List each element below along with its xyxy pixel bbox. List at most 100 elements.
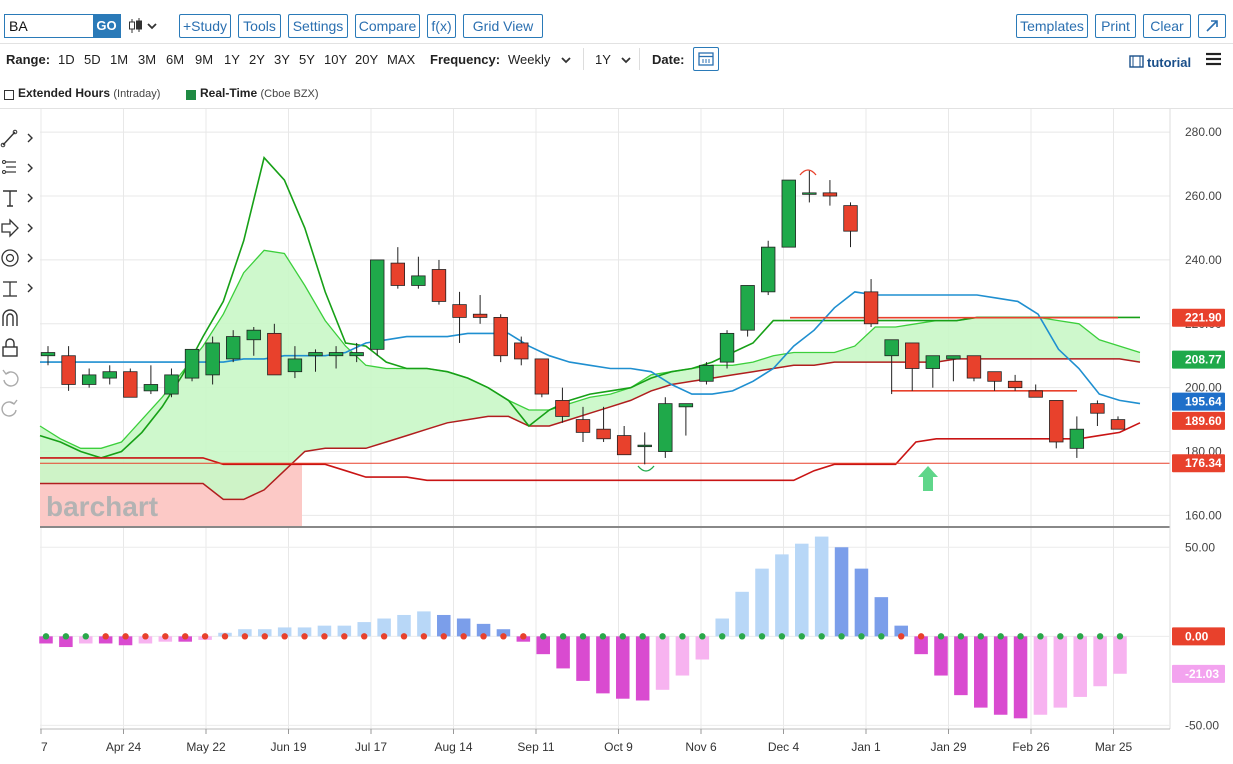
squeeze-dot xyxy=(1116,633,1124,640)
tutorial-link[interactable]: tutorial xyxy=(1147,55,1191,70)
print-button[interactable]: Print xyxy=(1095,14,1136,38)
macd-bar xyxy=(576,636,590,681)
candle-body xyxy=(61,355,76,385)
squeeze-dot xyxy=(162,633,169,640)
range-9m[interactable]: 9M xyxy=(195,52,213,67)
range-1m[interactable]: 1M xyxy=(110,52,128,67)
frequency-select[interactable]: Weekly xyxy=(508,52,550,67)
squeeze-dot xyxy=(1037,633,1044,640)
study-button[interactable]: +Study xyxy=(179,14,231,38)
range-3y[interactable]: 3Y xyxy=(274,52,290,67)
symbol-input[interactable] xyxy=(5,15,94,37)
templates-button[interactable]: Templates xyxy=(1016,14,1088,38)
tools-button[interactable]: Tools xyxy=(238,14,281,38)
divider xyxy=(639,48,640,70)
range-max[interactable]: MAX xyxy=(387,52,415,67)
macd-bar xyxy=(814,536,829,637)
range-6m[interactable]: 6M xyxy=(166,52,184,67)
clear-button[interactable]: Clear xyxy=(1143,14,1191,38)
macd-bar xyxy=(755,568,769,637)
squeeze-dot xyxy=(341,633,348,640)
candle-body xyxy=(102,371,117,379)
macd-bar xyxy=(675,636,690,676)
macd-bar xyxy=(1013,636,1028,719)
range-1d[interactable]: 1D xyxy=(58,52,75,67)
squeeze-dot xyxy=(1077,633,1084,640)
squeeze-dot xyxy=(1017,633,1024,640)
candle-body xyxy=(205,342,220,376)
period-select[interactable]: 1Y xyxy=(595,52,611,67)
range-10y[interactable]: 10Y xyxy=(324,52,347,67)
chevron-down-icon xyxy=(561,57,571,64)
macd-bar xyxy=(993,636,1008,715)
macd-bar xyxy=(1093,636,1107,687)
go-button[interactable]: GO xyxy=(93,15,120,37)
macd-bar xyxy=(1053,636,1068,708)
squeeze-dot xyxy=(221,633,229,640)
squeeze-dot xyxy=(977,633,984,640)
candle-body xyxy=(514,342,529,360)
extended-hours-checkbox[interactable] xyxy=(4,90,14,100)
function-button[interactable]: f(x) xyxy=(427,14,456,38)
candle-body xyxy=(308,352,323,357)
candle-body xyxy=(699,364,714,382)
range-label: Range: xyxy=(6,52,51,67)
candle-body xyxy=(925,355,940,369)
macd-bar xyxy=(934,636,948,676)
macd-bar xyxy=(695,636,710,660)
range-3m[interactable]: 3M xyxy=(138,52,156,67)
date-picker-button[interactable] xyxy=(693,47,719,71)
symbol-search: GO xyxy=(4,14,121,38)
macd-tick-label: 50.00 xyxy=(1185,540,1215,554)
squeeze-dot xyxy=(321,633,328,640)
squeeze-dot xyxy=(878,633,885,640)
macd-bar xyxy=(437,614,451,637)
settings-button[interactable]: Settings xyxy=(288,14,348,38)
squeeze-dot xyxy=(102,633,109,640)
range-5d[interactable]: 5D xyxy=(84,52,101,67)
price-chart[interactable]: 280.00260.00240.00220.00200.00180.00160.… xyxy=(0,109,1233,764)
squeeze-dot xyxy=(1057,633,1064,640)
pattern-marker-bottom xyxy=(637,465,655,472)
expand-button[interactable] xyxy=(1198,14,1226,38)
squeeze-dot xyxy=(719,633,726,640)
squeeze-dot xyxy=(82,633,89,640)
hamburger-menu-icon[interactable] xyxy=(1205,52,1223,66)
squeeze-dot xyxy=(917,633,925,640)
macd-bar xyxy=(1033,636,1048,715)
grid-view-button[interactable]: Grid View xyxy=(463,14,543,38)
squeeze-dot xyxy=(957,633,965,640)
macd-bar xyxy=(874,597,889,637)
squeeze-dot xyxy=(460,633,467,640)
macd-bar xyxy=(735,591,749,637)
x-tick-label: Jan 29 xyxy=(930,740,966,754)
expand-arrow-icon xyxy=(1206,20,1218,32)
candle-body xyxy=(863,291,879,325)
range-5y[interactable]: 5Y xyxy=(299,52,315,67)
candle-body xyxy=(452,304,467,318)
price-tag-label: 221.90 xyxy=(1185,311,1222,325)
candle-body xyxy=(575,419,591,433)
macd-bar xyxy=(854,568,869,637)
squeeze-dot xyxy=(798,633,805,640)
price-tag-label: 208.77 xyxy=(1185,353,1222,367)
macd-bar xyxy=(655,636,670,690)
candle-body xyxy=(164,374,179,395)
squeeze-dot xyxy=(997,633,1004,640)
macd-bar xyxy=(397,614,411,637)
squeeze-dot xyxy=(480,633,487,640)
chart-type-dropdown[interactable] xyxy=(128,16,162,36)
x-tick-label: Jan 1 xyxy=(851,740,881,754)
squeeze-dot xyxy=(420,633,428,640)
range-2y[interactable]: 2Y xyxy=(249,52,265,67)
range-1y[interactable]: 1Y xyxy=(224,52,240,67)
candle-body xyxy=(966,355,982,379)
compare-button[interactable]: Compare xyxy=(355,14,420,38)
candle-body xyxy=(431,269,447,302)
candle-body xyxy=(678,403,694,408)
candle-body xyxy=(616,435,632,456)
squeeze-dot xyxy=(758,633,766,640)
price-tick-label: 240.00 xyxy=(1185,253,1222,267)
range-20y[interactable]: 20Y xyxy=(355,52,378,67)
squeeze-dot xyxy=(400,633,408,640)
